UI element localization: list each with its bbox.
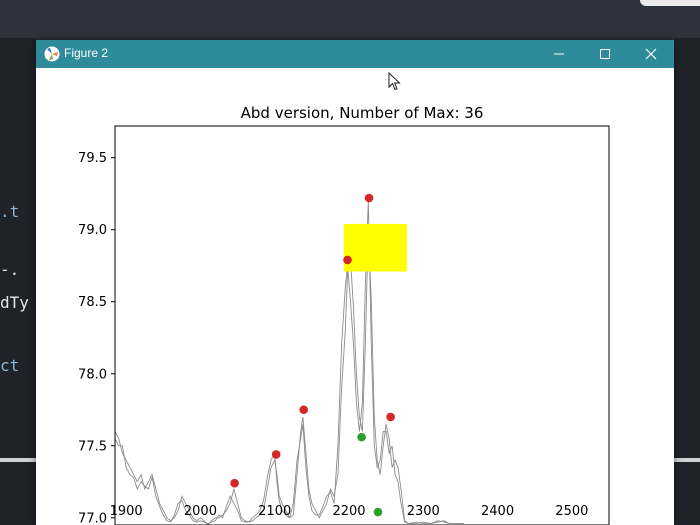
window-titlebar[interactable]: Figure 2 [36,40,674,68]
x-tick-label: 2000 [184,504,217,519]
y-tick-label: 78.5 [78,295,107,310]
window-title: Figure 2 [64,46,109,60]
x-tick-label: 2100 [258,504,291,519]
series-line-1 [115,229,465,525]
y-tick-label: 79.0 [78,223,107,238]
code-fragment: -. [0,260,20,279]
axes-frame [114,125,610,525]
mouse-cursor-icon [388,72,401,91]
y-tick-label: 79.5 [78,151,107,166]
maximize-button[interactable] [582,40,628,68]
figure-window[interactable]: Figure 2 Abd version, Number of Max: 36 … [36,40,674,525]
matplotlib-app-icon [44,46,60,62]
minimize-button[interactable] [536,40,582,68]
code-fragment: .t [0,202,20,221]
max-point-marker [386,412,395,422]
close-icon [645,48,657,60]
highlight-box [343,223,407,272]
background-editor-left: .t -. dTy ct [0,38,36,525]
desktop-corner-panel [640,0,700,6]
y-tick-label: 78.0 [78,367,107,382]
max-point-marker [271,450,281,459]
x-tick-label: 2300 [407,504,440,519]
min-point-marker [373,507,383,517]
max-point-marker [343,255,352,265]
x-tick-label: 1900 [110,504,143,519]
series-line-2 [115,200,465,525]
code-fragment: ct [0,356,20,375]
desktop-top-bar [0,0,700,38]
background-editor-right [674,38,700,525]
y-tick-label: 77.5 [78,439,107,454]
y-tick-label: 77.0 [78,511,107,525]
min-point-marker [357,432,366,442]
plot-area [115,193,465,525]
chart-title: Abd version, Number of Max: 36 [241,104,484,122]
x-tick-label: 2200 [332,504,365,519]
close-button[interactable] [628,40,674,68]
background-divider [674,458,700,462]
x-tick-label: 2500 [555,504,588,519]
max-point-marker [364,193,374,203]
code-fragment: dTy [0,293,29,312]
figure-canvas[interactable]: Abd version, Number of Max: 36 77.077.57… [36,68,674,525]
background-divider [0,458,36,462]
max-point-marker [299,405,308,415]
minimize-icon [554,53,564,55]
maximize-icon [600,49,610,59]
max-point-marker [230,478,239,488]
axis-ticks: 77.0 77.5 78.0 78.5 79.0 79.5 1900 2000 2100 2200… [78,151,588,525]
x-tick-label: 2400 [481,504,514,519]
